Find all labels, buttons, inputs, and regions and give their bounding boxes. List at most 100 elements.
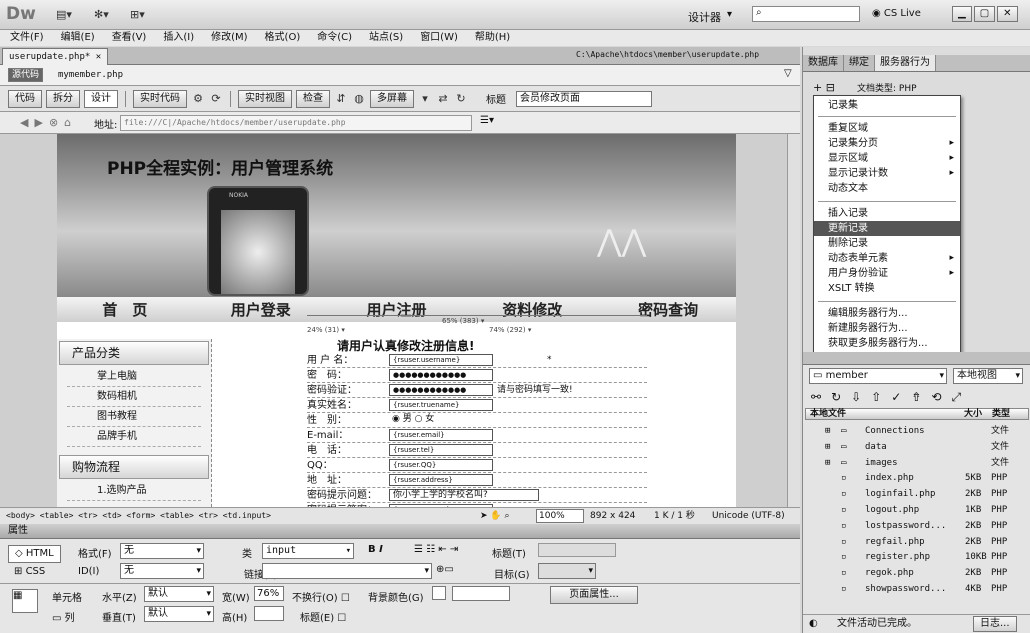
properties-header[interactable]: 属性 [0,524,800,539]
vertical-select[interactable]: 默认 [144,606,214,622]
forward-icon[interactable]: ▶ [34,116,42,129]
page-properties-button[interactable]: 页面属性... [550,586,638,604]
maximize-button[interactable]: ▢ [973,6,996,22]
form-field[interactable]: {rsuser.tel} [389,444,493,456]
zoom-select[interactable]: 100% [536,509,584,523]
id-select[interactable]: 无 [120,563,204,579]
globe-icon[interactable]: ◍ [352,92,366,106]
expand-icon[interactable]: ⊞ [825,456,830,471]
source-code-button[interactable]: 源代码 [8,68,44,82]
file-name[interactable]: regfail.php [865,535,925,550]
menu-item-6[interactable]: 插入记录 [814,206,960,221]
site-select[interactable]: ▭ member [809,368,947,384]
refresh-design-icon[interactable]: ⟳ [209,92,223,106]
chevron-down-icon[interactable]: ▾ [418,92,432,106]
target-select[interactable] [538,563,596,579]
menu-item-1[interactable]: 重复区域 [814,121,960,136]
add-behavior-button[interactable]: + ⊟ [813,81,835,94]
nav-item[interactable]: 首 页 [57,297,193,322]
menu-item[interactable]: 文件(F) [10,30,44,46]
inspect-file-icon[interactable]: ⚙ [191,92,205,106]
code-view-button[interactable]: 代码 [8,89,42,108]
close-icon[interactable]: ✕ [96,52,101,62]
layout-icon[interactable]: ▤▾ [56,8,72,22]
file-row[interactable]: ▫ register.php 10KB PHP [803,550,1030,565]
put-icon[interactable]: ⇧ [871,390,881,405]
menu-item-8[interactable]: 删除记录 [814,236,960,251]
file-name[interactable]: loginfail.php [865,487,935,502]
home-icon[interactable]: ⌂ [64,116,71,129]
expand-icon[interactable]: ⊞ [825,424,830,439]
workspace-switcher[interactable]: 设计器 [688,9,721,25]
height-input[interactable] [254,606,284,621]
inspect-button[interactable]: 检查 [296,89,330,108]
connect-icon[interactable]: ⚯ [811,390,821,405]
menu-item[interactable]: 查看(V) [112,30,147,46]
select-tool-icon[interactable]: ➤ ✋ ⌕ [480,508,510,524]
file-name[interactable]: register.php [865,550,930,565]
design-view-button[interactable]: 设计 [84,89,118,108]
minimize-button[interactable]: ▁ [952,6,972,22]
menu-item[interactable]: 插入(I) [163,30,194,46]
file-row[interactable]: ▫ lostpassword... 2KB PHP [803,519,1030,534]
file-name[interactable]: lostpassword... [865,519,946,534]
checkout-icon[interactable]: ✓ [891,390,901,405]
menu-item-9[interactable]: 动态表单元素 [814,251,960,266]
expand-icon[interactable]: ⤢ [951,390,961,405]
html-mode-button[interactable]: ◇ HTML [8,545,61,563]
menu-item-12[interactable]: 编辑服务器行为... [814,306,960,321]
split-view-button[interactable]: 拆分 [46,89,80,108]
sidebar-item[interactable]: 图书教程 [67,407,201,427]
file-row[interactable]: ▫ showpassword... 4KB PHP [803,582,1030,597]
options-icon[interactable]: ☰▾ [480,115,494,126]
log-button[interactable]: 日志... [973,616,1017,632]
menu-item-3[interactable]: 显示区域 [814,151,960,166]
vertical-scrollbar[interactable] [787,134,800,507]
list-icon[interactable]: ☰ ☷ ⇤ ⇥ [414,544,458,555]
file-name[interactable]: data [865,440,887,455]
view-select[interactable]: 本地视图 [953,368,1023,384]
bgcolor-input[interactable] [452,586,510,601]
form-field[interactable]: {rsuser.username} [389,354,493,366]
file-row[interactable]: ⊞ ▭ images 文件 [803,456,1030,471]
file-name[interactable]: index.php [865,471,914,486]
width-input[interactable]: 76% [254,586,284,601]
related-file[interactable]: mymember.php [58,70,123,80]
title-input[interactable]: 会员修改页面 [516,90,652,107]
search-input[interactable]: ⌕ [752,6,860,22]
form-field[interactable]: {rsuser.email} [389,429,493,441]
file-name[interactable]: Connections [865,424,925,439]
menu-item-11[interactable]: XSLT 转换 [814,281,960,296]
menu-item[interactable]: 格式(O) [265,30,301,46]
get-icon[interactable]: ⇩ [851,390,861,405]
file-row[interactable]: ▫ loginfail.php 2KB PHP [803,487,1030,502]
visual-aids-icon[interactable]: ⇄ [436,92,450,106]
form-field[interactable]: {rsuser.address} [389,474,493,486]
menu-item-2[interactable]: 记录集分页 [814,136,960,151]
file-name[interactable]: images [865,456,898,471]
file-name[interactable]: regok.php [865,566,914,581]
filter-icon[interactable]: ▽ [784,68,792,79]
menu-item[interactable]: 命令(C) [317,30,352,46]
link-input[interactable] [262,563,432,579]
shopping-flow-item[interactable]: 1.选购产品 [67,481,201,501]
file-row[interactable]: ▫ regfail.php 2KB PHP [803,535,1030,550]
file-row[interactable]: ▫ logout.php 1KB PHP [803,503,1030,518]
merge-icon[interactable]: ▭ 列 [52,609,75,624]
menu-item-5[interactable]: 动态文本 [814,181,960,196]
stop-icon[interactable]: ⊗ [49,116,58,129]
file-row[interactable]: ⊞ ▭ Connections 文件 [803,424,1030,439]
sidebar-item[interactable]: 掌上电脑 [67,367,201,387]
menu-item[interactable]: 帮助(H) [475,30,510,46]
folder-icon[interactable]: ⊕▭ [436,564,454,575]
live-code-button[interactable]: 实时代码 [133,89,187,108]
multiscreen-button[interactable]: 多屏幕 [370,89,414,108]
sync-icon[interactable]: ⟲ [931,390,941,405]
form-field[interactable]: 你小学上学的学校名叫? [389,489,539,501]
panel-tab[interactable]: 数据库 [803,55,844,71]
title-prop-input[interactable] [538,543,616,557]
menu-item-14[interactable]: 获取更多服务器行为... [814,336,960,351]
panel-tab[interactable]: 绑定 [844,55,875,71]
sidebar-item[interactable]: 品牌手机 [67,427,201,447]
bold-button[interactable]: B I [368,544,383,555]
